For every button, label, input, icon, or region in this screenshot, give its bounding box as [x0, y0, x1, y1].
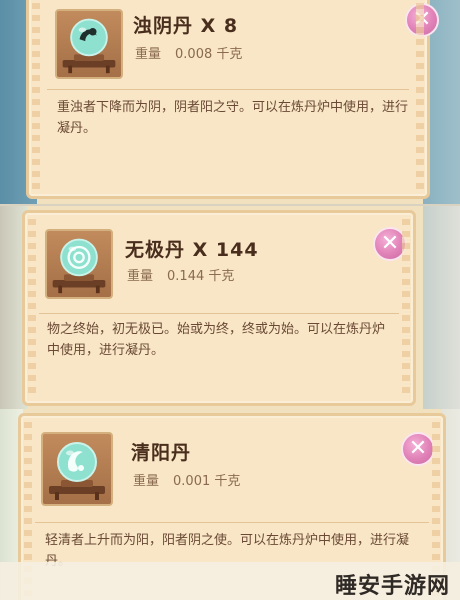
item-detail-card: 无极丹 X 144 重量 0.144 千克 物之终始，初无极已。始或为终，终或为始…	[22, 210, 416, 406]
close-button[interactable]: ✕	[401, 432, 435, 466]
light-pill-icon	[41, 432, 113, 506]
divider	[35, 522, 429, 523]
weight-value: 0.144 千克	[167, 269, 235, 284]
dark-pill-icon	[55, 9, 123, 79]
close-button[interactable]: ✕	[405, 3, 439, 37]
weight-label: 重量	[127, 269, 154, 284]
item-detail-card: 浊阴丹 X 8 重量 0.008 千克 重浊者下降而为阴，阴者阳之守。可以在炼丹炉…	[26, 0, 439, 199]
item-weight: 重量 0.144 千克	[127, 265, 234, 284]
item-title: 清阳丹	[131, 442, 192, 464]
item-description: 重浊者下降而为阴，阴者阳之守。可以在炼丹炉中使用，进行凝丹。	[57, 100, 409, 136]
item-description: 物之终始，初无极已。始或为终，终或为始。可以在炼丹炉中使用，进行凝丹。	[47, 322, 386, 358]
divider	[47, 89, 409, 90]
close-icon: ✕	[408, 436, 428, 461]
weight-value: 0.001 千克	[173, 474, 241, 489]
close-icon: ✕	[380, 231, 400, 256]
weight-label: 重量	[135, 47, 162, 62]
divider	[39, 313, 399, 314]
item-panel-1: 浊阴丹 X 8 重量 0.008 千克 重浊者下降而为阴，阴者阳之守。可以在炼丹炉…	[0, 0, 460, 204]
item-title: 无极丹 X 144	[125, 239, 259, 261]
weight-value: 0.008 千克	[175, 47, 243, 62]
close-icon: ✕	[412, 7, 432, 32]
item-weight: 重量 0.001 千克	[133, 470, 240, 489]
weight-label: 重量	[133, 474, 160, 489]
item-weight: 重量 0.008 千克	[135, 43, 242, 62]
item-panel-2: 无极丹 X 144 重量 0.144 千克 物之终始，初无极已。始或为终，终或为始…	[0, 206, 460, 409]
spiral-pill-icon	[45, 229, 113, 299]
close-button[interactable]: ✕	[373, 227, 407, 261]
watermark-text: 睡安手游网	[334, 574, 450, 599]
item-title: 浊阴丹 X 8	[133, 15, 239, 37]
